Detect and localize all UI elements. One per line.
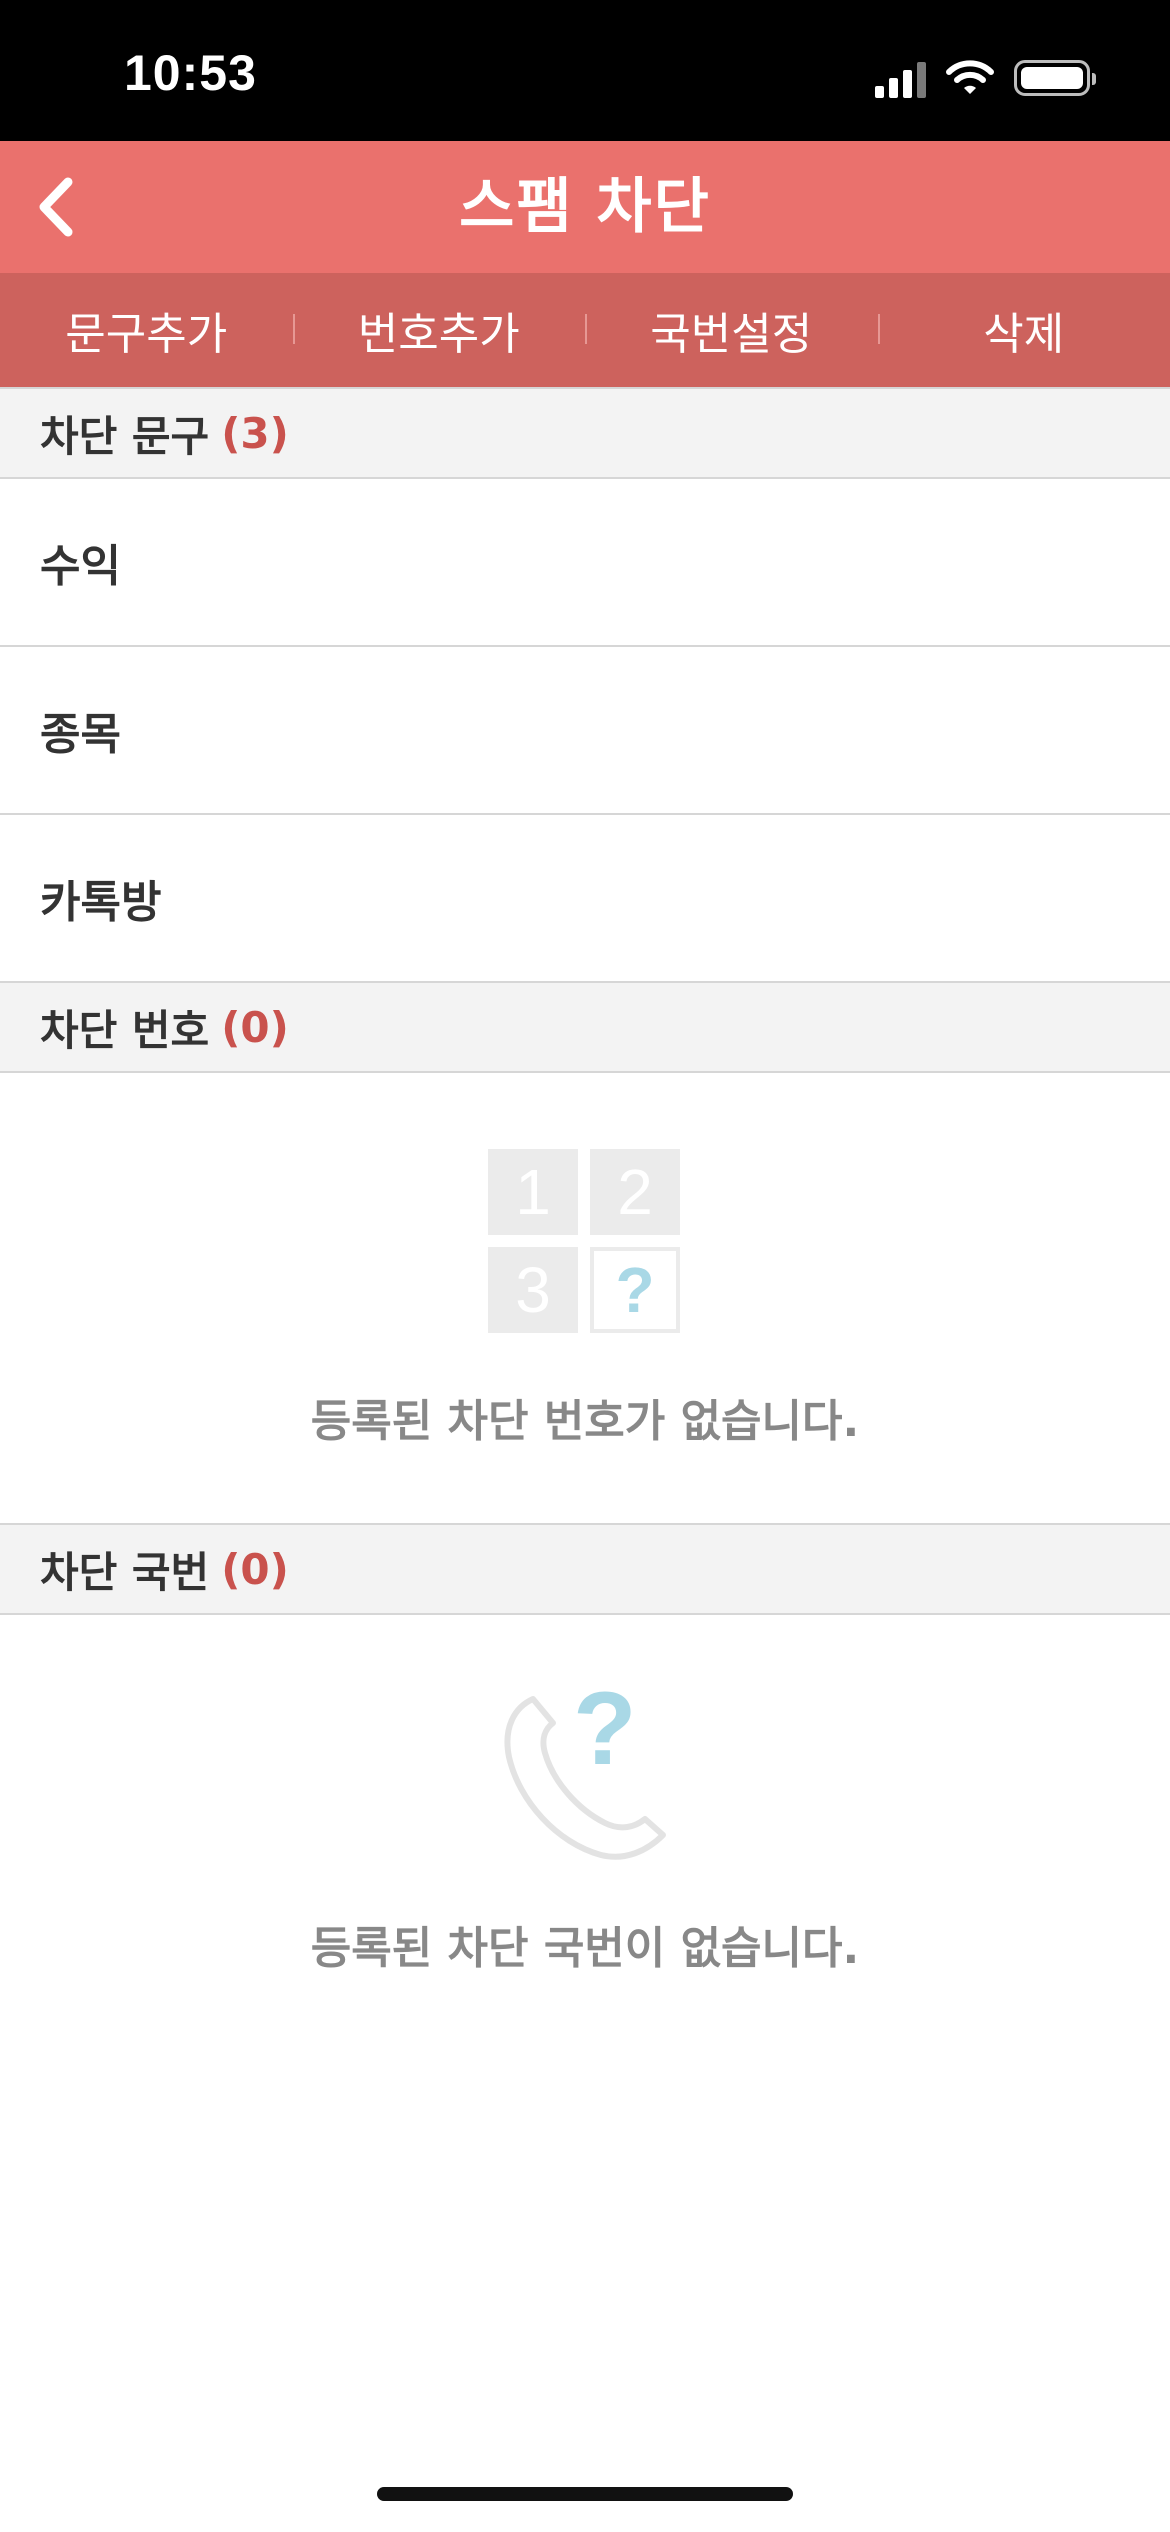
home-indicator (377, 2487, 793, 2501)
number-cell: 2 (590, 1149, 680, 1235)
status-time: 10:53 (124, 45, 257, 101)
action-tabbar: 문구추가 번호추가 국번설정 삭제 (0, 273, 1170, 387)
section-title: 차단 국번 (40, 1547, 210, 1597)
status-icons (875, 56, 1096, 100)
battery-icon (1014, 60, 1096, 96)
empty-numbers-state: 등록된 차단 번호가 없습니다. (0, 1385, 1170, 1449)
wifi-icon (946, 60, 994, 94)
status-bar: 10:53 (0, 0, 1170, 141)
question-mark: ? (573, 1671, 637, 1787)
empty-prefixes-text: 등록된 차단 국번이 없습니다. (310, 1923, 860, 1974)
delete-tab[interactable]: 삭제 (877, 273, 1170, 387)
empty-numbers-text: 등록된 차단 번호가 없습니다. (310, 1396, 860, 1447)
phrase-list-item[interactable]: 종목 (0, 647, 1170, 815)
page-title: 스팸 차단 (459, 172, 711, 242)
section-title: 차단 문구 (40, 411, 210, 461)
section-header-prefixes: 차단 국번 (0) (0, 1523, 1170, 1615)
section-count: (0) (221, 1002, 289, 1052)
number-cell: 1 (488, 1149, 578, 1235)
number-grid-icon: 1 2 3 ? (488, 1149, 682, 1333)
section-count: (3) (221, 408, 289, 458)
question-cell: ? (590, 1247, 680, 1333)
add-number-tab[interactable]: 번호추가 (292, 273, 586, 387)
section-header-phrases: 차단 문구 (3) (0, 387, 1170, 479)
empty-prefixes-state: 등록된 차단 국번이 없습니다. (0, 1912, 1170, 1976)
section-header-numbers: 차단 번호 (0) (0, 981, 1170, 1073)
cellular-signal-icon (875, 58, 926, 98)
phrase-list-item[interactable]: 카톡방 (0, 815, 1170, 983)
app-header: 스팸 차단 (0, 141, 1170, 273)
section-title: 차단 번호 (40, 1005, 210, 1055)
number-cell: 3 (488, 1247, 578, 1333)
add-phrase-tab[interactable]: 문구추가 (0, 273, 293, 387)
phrase-list-item[interactable]: 수익 (0, 479, 1170, 647)
section-count: (0) (221, 1544, 289, 1594)
prefix-settings-tab[interactable]: 국번설정 (585, 273, 878, 387)
phone-question-icon: ? (495, 1677, 675, 1865)
